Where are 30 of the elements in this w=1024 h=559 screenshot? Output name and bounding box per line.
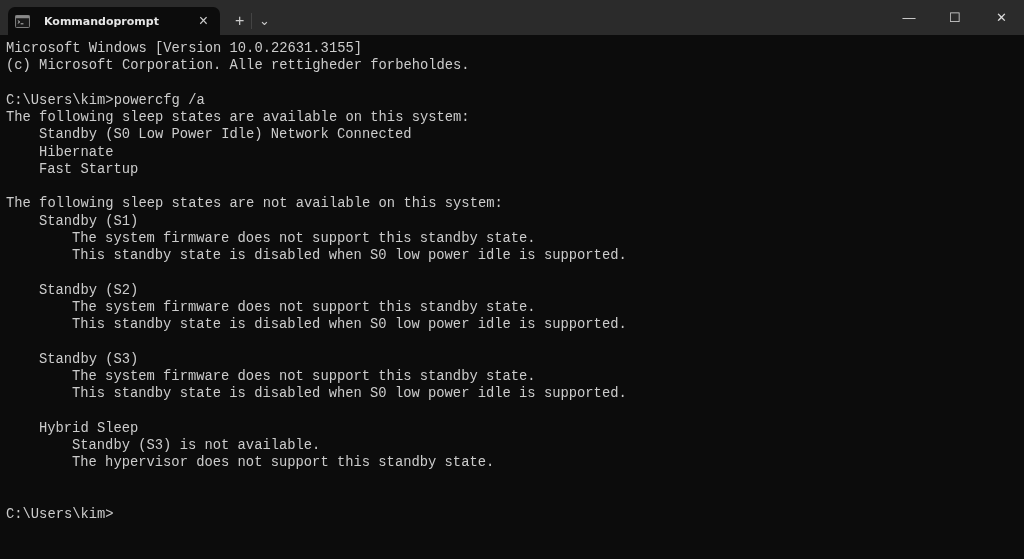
close-tab-button[interactable]: × — [192, 11, 214, 31]
console-line: The following sleep states are not available on this system: — [6, 195, 503, 213]
console-line: The following sleep states are available on this system: — [6, 109, 470, 127]
console-line: The hypervisor does not support this standby state. — [72, 454, 495, 472]
console-line: Hibernate — [39, 143, 114, 161]
terminal-icon — [15, 14, 30, 28]
console-line: Fast Startup — [39, 160, 139, 178]
minimize-button[interactable]: — — [886, 0, 932, 35]
new-tab-button[interactable]: + — [228, 7, 252, 35]
console-line: This standby state is disabled when S0 low power idle is supported. — [72, 316, 627, 334]
tab-title: Kommandoprompt — [44, 14, 160, 28]
console-line: Standby (S1) — [39, 212, 139, 230]
console-line: This standby state is disabled when S0 low power idle is supported. — [72, 385, 627, 403]
console-line: The system firmware does not support this standby state. — [72, 367, 536, 385]
dropdown-button[interactable]: ⌄ — [252, 7, 278, 35]
console-line: Standby (S3) is not available. — [72, 436, 321, 454]
console-line: The system firmware does not support this standby state. — [72, 298, 536, 316]
console-line: Microsoft Windows [Version 10.0.22631.3155] — [6, 40, 363, 58]
command-prompt: C:\Users\kim> — [6, 505, 114, 523]
console-line: (c) Microsoft Corporation. Alle rettigheder forbeholdes. — [6, 57, 470, 75]
console-line: The system firmware does not support this standby state. — [72, 229, 536, 247]
console-line: C:\Users\kim>powercfg /a — [6, 91, 205, 109]
console-line: Standby (S0 Low Power Idle) Network Connected — [39, 126, 412, 144]
console-line: This standby state is disabled when S0 low power idle is supported. — [72, 247, 627, 265]
maximize-button[interactable]: ☐ — [932, 0, 978, 35]
tab[interactable]: Kommandoprompt × — [8, 7, 220, 35]
console-line: Standby (S3) — [39, 350, 139, 368]
close-button[interactable]: ✕ — [978, 0, 1024, 35]
console-line: Standby (S2) — [39, 281, 139, 299]
console-line: Hybrid Sleep — [39, 419, 139, 437]
